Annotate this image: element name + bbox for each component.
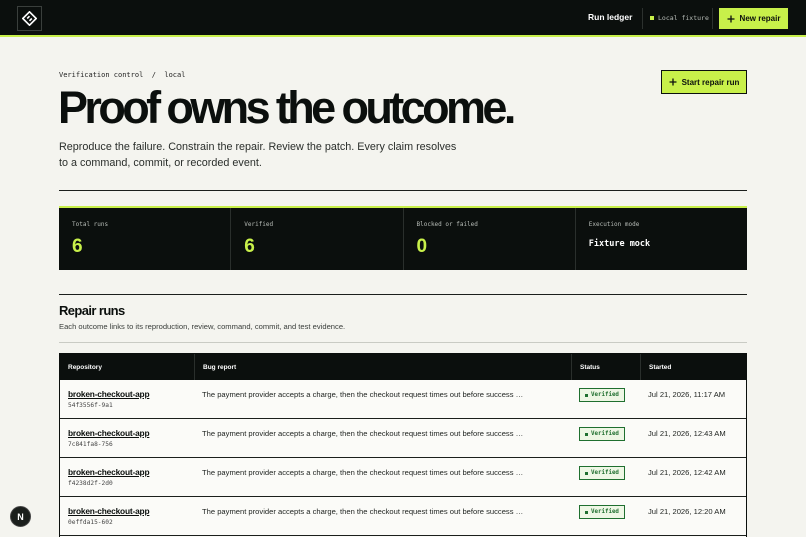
stat-value: 6 [244,236,255,257]
repository-link[interactable]: broken-checkout-app [68,467,150,477]
new-repair-button[interactable]: New repair [718,7,789,30]
table-row[interactable]: broken-checkout-app 0effda15-602 The pay… [60,497,746,536]
status-label: Verified [591,392,619,398]
stat-label: Execution mode [588,221,640,228]
table-row[interactable]: broken-checkout-app f4238d2f-2d0 The pay… [60,458,746,497]
status-square-icon [585,432,588,436]
divider [642,8,643,29]
column-header-bug-report[interactable]: Bug report [194,354,571,380]
status-badge: Verified [579,505,625,519]
assistant-button[interactable]: N [10,506,31,527]
page-description: Reproduce the failure. Constrain the rep… [59,141,457,169]
breadcrumb: Verification control / local [59,71,186,79]
repository-link[interactable]: broken-checkout-app [68,428,150,438]
commit-sha: f4238d2f-2d0 [68,480,113,487]
start-repair-run-label: Start repair run [681,77,740,87]
stat-value: 0 [416,236,428,257]
bug-report-text: The payment provider accepts a charge, t… [202,468,524,477]
bug-report-text: The payment provider accepts a charge, t… [202,390,524,399]
plus-icon [669,78,677,86]
divider [712,8,713,29]
status-badge: Verified [579,427,625,441]
status-square-icon [585,471,588,475]
divider [59,190,747,191]
table-header: Repository Bug report Status Started [60,354,746,380]
started-time: Jul 21, 2026, 12:43 AM [648,429,726,438]
section-subtitle: Each outcome links to its reproduction, … [59,322,346,331]
status-badge: Verified [579,388,625,402]
divider [59,342,747,343]
divider [59,294,747,295]
table-row[interactable]: broken-checkout-app 54f3556f-9a1 The pay… [60,380,746,419]
new-repair-label: New repair [739,14,781,23]
column-header-started[interactable]: Started [640,354,746,380]
logo-icon [22,11,37,26]
fixture-label: Local fixture [658,14,709,22]
assistant-label: N [17,511,24,522]
status-label: Verified [591,470,619,476]
started-time: Jul 21, 2026, 11:17 AM [648,390,726,399]
stat-verified: Verified 6 [231,208,404,270]
section-title: Repair runs [59,303,125,318]
stat-label: Total runs [72,221,109,228]
status-square-icon [585,510,588,514]
app-logo[interactable] [17,6,42,31]
started-time: Jul 21, 2026, 12:42 AM [648,468,726,477]
commit-sha: 0effda15-602 [68,519,113,526]
plus-icon [727,15,735,22]
stat-label: Verified [244,221,274,228]
stat-total-runs: Total runs 6 [59,208,232,270]
run-ledger-link[interactable]: Run ledger [588,12,632,22]
bug-report-text: The payment provider accepts a charge, t… [202,429,524,438]
fixture-indicator: Local fixture [650,14,709,22]
status-badge: Verified [579,466,625,480]
top-bar: Run ledger Local fixture New repair [0,0,806,37]
stat-value: 6 [72,236,83,257]
page-title: Proof owns the outcome. [58,82,516,133]
stats-panel: Total runs 6 Verified 6 Blocked or faile… [59,206,747,270]
stat-value: Fixture mock [588,239,651,249]
commit-sha: 7c841fa8-756 [68,441,113,448]
started-time: Jul 21, 2026, 12:20 AM [648,507,726,516]
table-row[interactable]: broken-checkout-app 7c841fa8-756 The pay… [60,419,746,458]
repair-runs-table: Repository Bug report Status Started bro… [59,353,747,537]
status-label: Verified [591,431,619,437]
column-header-status[interactable]: Status [571,354,640,380]
status-dot-icon [650,16,654,20]
commit-sha: 54f3556f-9a1 [68,402,113,409]
status-label: Verified [591,509,619,515]
stat-execution-mode: Execution mode Fixture mock [576,208,747,270]
bug-report-text: The payment provider accepts a charge, t… [202,507,524,516]
start-repair-run-button[interactable]: Start repair run [661,70,747,94]
status-square-icon [585,393,588,397]
repository-link[interactable]: broken-checkout-app [68,389,150,399]
column-header-repository[interactable]: Repository [60,354,194,380]
stat-label: Blocked or failed [416,221,478,228]
stat-blocked-or-failed: Blocked or failed 0 [404,208,576,270]
repository-link[interactable]: broken-checkout-app [68,506,150,516]
